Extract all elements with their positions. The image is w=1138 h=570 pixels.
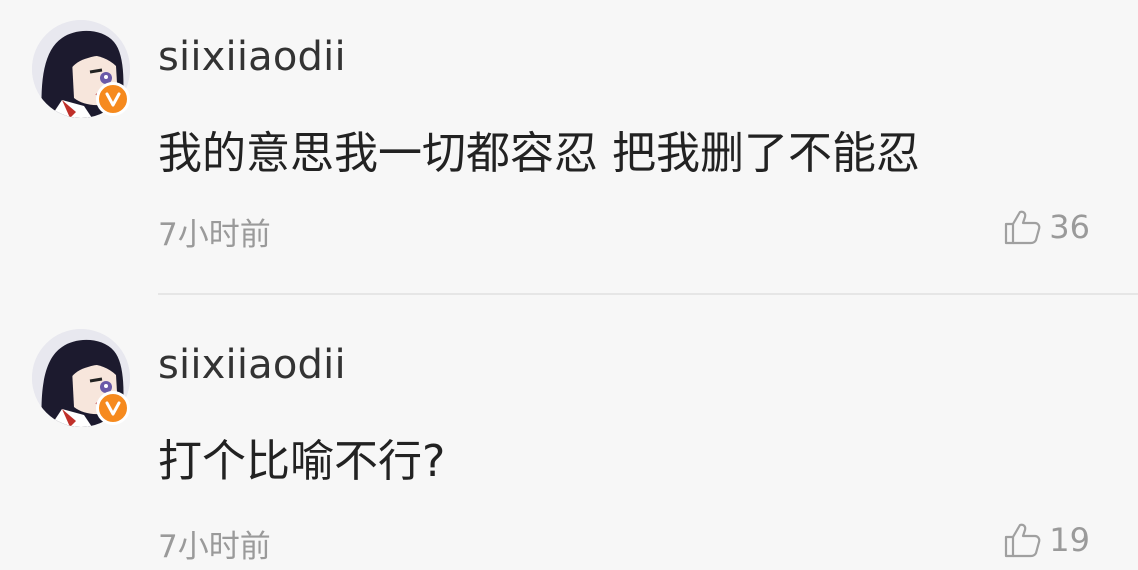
avatar[interactable]	[32, 20, 130, 118]
comment-item: siixiiaodii 打个比喻不行? 7小时前 19	[0, 295, 1138, 570]
avatar[interactable]	[32, 329, 130, 427]
thumbs-up-icon	[1003, 208, 1041, 246]
username[interactable]: siixiiaodii	[158, 34, 346, 80]
timestamp: 7小时前	[158, 529, 271, 565]
verified-v-badge-icon	[96, 82, 130, 116]
like-count: 19	[1049, 521, 1090, 559]
comment-text: 打个比喻不行?	[158, 436, 446, 487]
username[interactable]: siixiiaodii	[158, 342, 346, 388]
comment-item: siixiiaodii 我的意思我一切都容忍 把我删了不能忍 7小时前 36	[0, 0, 1138, 293]
like-button[interactable]: 36	[1003, 208, 1090, 246]
like-count: 36	[1049, 208, 1090, 246]
thumbs-up-icon	[1003, 521, 1041, 559]
comment-text: 我的意思我一切都容忍 把我删了不能忍	[158, 128, 920, 179]
verified-v-badge-icon	[96, 391, 130, 425]
timestamp: 7小时前	[158, 217, 271, 253]
like-button[interactable]: 19	[1003, 521, 1090, 559]
